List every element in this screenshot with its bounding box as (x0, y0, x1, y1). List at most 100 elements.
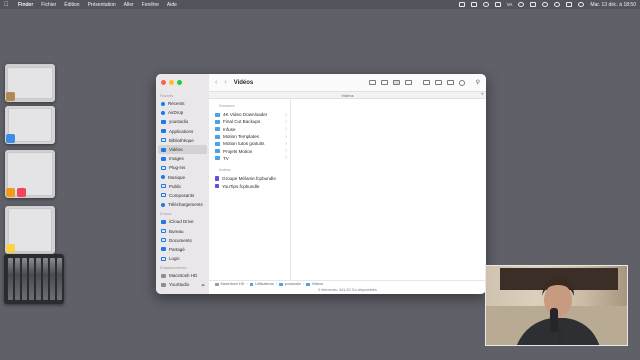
menu-edition[interactable]: Édition (64, 2, 79, 8)
spotlight-icon[interactable] (554, 2, 561, 7)
sidebar-item-recents[interactable]: Récents (156, 99, 209, 108)
menu-extras: VA Mar. 13 déc. à 18:50 (458, 2, 636, 8)
menu-aller[interactable]: Aller (124, 2, 134, 8)
list-item-folder[interactable]: Final Cut Backups › (209, 118, 290, 125)
sidebar-item-library[interactable]: Bibliothèque (156, 136, 209, 145)
mixer-strip (22, 258, 27, 300)
control-center-icon[interactable] (566, 2, 573, 7)
folder-icon (215, 127, 220, 132)
menu-fenetre[interactable]: Fenêtre (142, 2, 159, 8)
battery-icon[interactable] (530, 2, 537, 7)
mixer-strip (36, 258, 41, 300)
stage-thumbnail-app-1[interactable] (5, 64, 55, 102)
sidebar-item-home[interactable]: youstudio (156, 117, 209, 126)
list-item-fcpbundle[interactable]: YouTips.fcpbundle (209, 182, 290, 189)
list-item-folder[interactable]: Motion Templates › (209, 133, 290, 140)
menu-aide[interactable]: Aide (167, 2, 177, 8)
more-actions-button[interactable] (458, 79, 465, 86)
sidebar-item-icloud-drive[interactable]: iCloud Drive (156, 217, 209, 226)
sidebar-item-public[interactable]: Public (156, 182, 209, 191)
menu-presentation[interactable]: Présentation (88, 2, 116, 8)
column-view-button[interactable] (392, 80, 400, 85)
list-item-folder[interactable]: Motion tutos gratuits › (209, 140, 290, 147)
siri-icon[interactable] (578, 2, 585, 7)
stage-thumbnail-finder[interactable] (5, 106, 55, 144)
mixer-strip (43, 258, 48, 300)
record-icon[interactable] (482, 2, 489, 7)
path-segment[interactable]: Macintosh HD (221, 282, 245, 286)
path-separator-icon: › (275, 282, 278, 286)
document-icon (161, 238, 166, 243)
final-cut-library-icon (215, 176, 219, 182)
menu-finder[interactable]: Finder (18, 2, 33, 8)
close-button[interactable] (161, 80, 166, 85)
microphone-arm (558, 326, 563, 345)
desktop-icon (161, 229, 166, 234)
group-header-others: Autres (219, 167, 231, 173)
stage-thumbnail-notes[interactable] (5, 206, 55, 254)
group-button[interactable] (422, 80, 430, 85)
list-item-fcpbundle[interactable]: Groupe Mélanie.fcpbundle (209, 175, 290, 182)
path-segment[interactable]: Utilisateurs (255, 282, 274, 286)
menu-clock[interactable]: Mar. 13 déc. à 18:50 (590, 2, 636, 8)
sidebar-item-label: AirDrop (168, 110, 184, 116)
chevron-right-icon: › (285, 140, 287, 147)
screen-icon[interactable] (494, 2, 501, 7)
apple-menu-icon[interactable]:  (4, 2, 10, 8)
column-view-first-column: Dossiers 4K Video Downloader › Final Cut … (209, 99, 291, 280)
folder-icon (215, 156, 220, 161)
final-cut-library-icon (215, 183, 219, 189)
path-segment[interactable]: youstudio (285, 282, 301, 286)
sidebar-item-shared[interactable]: Partagé (156, 245, 209, 254)
keyboard-input-indicator[interactable]: VA (507, 2, 513, 7)
sidebar-item-downloads[interactable]: Téléchargements (156, 200, 209, 209)
tab-videos[interactable]: Vidéos (341, 93, 353, 98)
list-item-folder[interactable]: Projets Motion › (209, 147, 290, 154)
sidebar-item-label: Musique (168, 174, 186, 180)
new-tab-button[interactable]: + (480, 92, 484, 99)
path-separator-icon: › (302, 282, 305, 286)
sidebar-item-videos[interactable]: Vidéos (158, 144, 207, 155)
sidebar-item-plugins[interactable]: Plug-ins (156, 163, 209, 172)
bluetooth-icon[interactable] (518, 2, 525, 7)
sidebar-item-documents[interactable]: Documents (156, 236, 209, 245)
item-name: Motion tutos gratuits (223, 141, 265, 147)
sidebar-item-components[interactable]: Composants (156, 191, 209, 200)
zoom-button[interactable] (177, 80, 182, 85)
display-icon[interactable] (470, 2, 477, 7)
sidebar-item-macintosh-hd[interactable]: Macintosh HD (156, 271, 209, 280)
list-item-folder[interactable]: 4K Video Downloader › (209, 111, 290, 118)
eject-icon[interactable]: ⏏ (201, 282, 205, 287)
forward-button[interactable]: › (224, 79, 226, 86)
sidebar-item-youstudio-volume[interactable]: YouStudio ⏏ (156, 280, 209, 289)
folder-icon (215, 119, 220, 124)
stage-thumbnail-audio-mixer[interactable] (4, 254, 64, 304)
menu-fichier[interactable]: Fichier (41, 2, 56, 8)
list-view-button[interactable] (380, 80, 388, 85)
sidebar-item-logic[interactable]: Logic (156, 254, 209, 263)
share-button[interactable] (434, 80, 442, 85)
finder-icon (6, 134, 15, 143)
wifi-icon[interactable] (542, 2, 549, 7)
path-separator-icon: › (246, 282, 248, 286)
stage-thumbnail-music[interactable] (5, 150, 55, 198)
path-segment[interactable]: Vidéos (312, 282, 324, 286)
search-icon[interactable]: ⚲ (476, 79, 480, 86)
list-item-folder[interactable]: Infuse › (209, 126, 290, 133)
gallery-view-button[interactable] (404, 80, 412, 85)
folder-icon (161, 184, 166, 189)
sidebar-item-desktop[interactable]: Bureau (156, 226, 209, 235)
back-button[interactable]: ‹ (215, 79, 217, 86)
tag-button[interactable] (446, 80, 454, 85)
sidebar-item-label: youstudio (169, 119, 189, 125)
sidebar-item-airdrop[interactable]: AirDrop (156, 108, 209, 117)
sidebar-item-label: iCloud Drive (169, 219, 194, 225)
icon-view-button[interactable] (368, 80, 376, 85)
sidebar-item-applications[interactable]: Applications (156, 127, 209, 136)
status-icon[interactable] (458, 2, 465, 7)
sidebar-item-music[interactable]: Musique (156, 173, 209, 182)
minimize-button[interactable] (169, 80, 174, 85)
sidebar-item-images[interactable]: Images (156, 154, 209, 163)
list-item-folder[interactable]: TV › (209, 155, 290, 162)
folder-icon (215, 141, 220, 146)
